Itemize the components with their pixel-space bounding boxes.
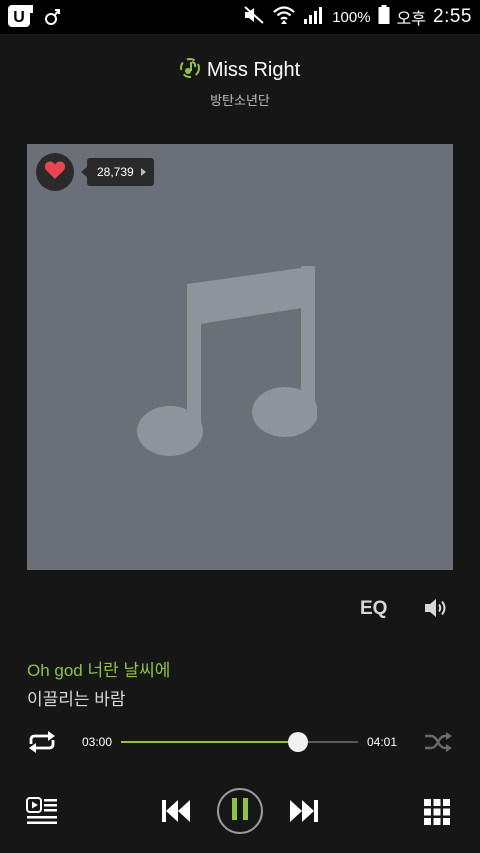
clock-time: 2:55 xyxy=(433,6,472,27)
signal-icon xyxy=(303,5,325,29)
next-button[interactable] xyxy=(288,798,320,829)
mute-icon xyxy=(243,5,265,29)
battery-percentage: 100% xyxy=(332,8,371,26)
music-note-icon xyxy=(179,58,200,83)
music-note-placeholder-icon xyxy=(137,256,318,466)
menu-grid-button[interactable] xyxy=(423,798,451,831)
lyric-current-line[interactable]: Oh god 너란 날씨에 xyxy=(27,656,170,681)
like-count: 28,739 xyxy=(97,165,134,179)
speaker-icon xyxy=(422,599,450,624)
battery-icon xyxy=(378,5,390,29)
seek-bar-thumb[interactable] xyxy=(288,732,309,752)
artist-name[interactable]: 방탄소년단 xyxy=(0,90,480,109)
lyric-next-line[interactable]: 이끌리는 바람 xyxy=(27,685,126,710)
eq-button[interactable]: EQ xyxy=(360,598,387,620)
carrier-u-icon: U xyxy=(8,5,34,34)
shuffle-button[interactable] xyxy=(424,732,452,757)
total-time: 04:01 xyxy=(367,735,398,749)
grid-icon xyxy=(423,799,451,830)
repeat-icon xyxy=(27,731,57,757)
like-button[interactable] xyxy=(36,153,74,191)
caret-right-icon xyxy=(140,168,146,176)
status-bar: U 100% 오후 2:55 xyxy=(0,0,480,34)
album-art: 28,739 xyxy=(27,144,453,570)
wifi-icon xyxy=(272,4,296,30)
volume-button[interactable] xyxy=(422,596,450,625)
svg-text:U: U xyxy=(13,9,25,26)
pause-icon xyxy=(230,797,250,826)
clock-ampm: 오후 xyxy=(396,11,427,28)
seek-bar-progress xyxy=(121,741,299,743)
playlist-icon xyxy=(26,797,58,830)
seek-bar[interactable] xyxy=(121,732,358,752)
current-time: 03:00 xyxy=(82,735,113,749)
playlist-button[interactable] xyxy=(26,796,58,831)
skip-previous-icon xyxy=(160,800,192,828)
skip-next-icon xyxy=(288,800,320,828)
now-playing-header: Miss Right 방탄소년단 xyxy=(0,58,480,109)
heart-icon xyxy=(44,160,66,185)
repeat-button[interactable] xyxy=(27,731,57,758)
song-title: Miss Right xyxy=(206,59,301,81)
previous-button[interactable] xyxy=(160,798,192,829)
pause-button[interactable] xyxy=(217,788,263,834)
like-count-badge[interactable]: 28,739 xyxy=(81,158,154,186)
shuffle-icon xyxy=(424,732,452,756)
gender-icon xyxy=(44,6,62,33)
